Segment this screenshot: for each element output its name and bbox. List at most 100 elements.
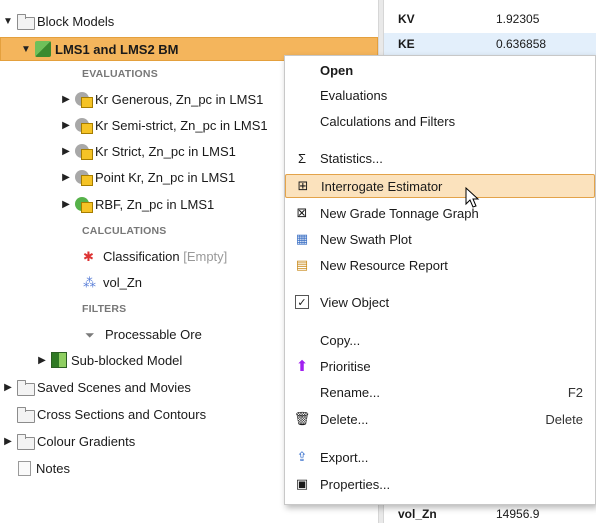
expand-arrow-icon[interactable]: ▶ [36,355,48,366]
trash-icon: 🗑 [293,411,311,426]
tree-item-label: LMS1 and LMS2 BM [55,41,179,57]
tree-item-label: vol_Zn [103,274,143,290]
tree-item-label: Kr Semi-strict, Zn_pc in LMS1 [95,117,268,133]
menu-item-copy[interactable]: Copy... [285,328,595,352]
expand-arrow-icon[interactable]: ▶ [60,120,72,131]
folder-icon [17,434,35,450]
menu-item-label: Rename... [320,384,380,400]
tree-item-label: Saved Scenes and Movies [37,379,191,395]
tree-item-label: Point Kr, Zn_pc in LMS1 [95,169,236,185]
empty-tag: [Empty] [183,248,228,264]
properties-icon: ▣ [295,476,309,491]
menu-item-rename[interactable]: Rename... F2 [285,380,595,404]
tree-item-label: Colour Gradients [37,433,136,449]
tree-item-notes[interactable]: Notes [14,457,70,479]
expand-arrow-icon[interactable]: ▶ [60,94,72,105]
evaluation-icon [75,117,93,134]
menu-item-label: Interrogate Estimator [321,178,443,194]
expand-arrow-icon[interactable]: ▶ [2,436,14,447]
property-value: 14956.9 [496,507,540,521]
tree-item-saved-scenes[interactable]: ▶ Saved Scenes and Movies [2,376,191,398]
expand-arrow-icon[interactable]: ▶ [60,199,72,210]
export-icon: ⇪ [296,449,308,464]
menu-item-prioritise[interactable]: ⬆ Prioritise [285,354,595,378]
tree-item-selected-model[interactable]: ▼ LMS1 and LMS2 BM [20,38,179,60]
evaluation-icon [75,143,93,160]
menu-item-label: New Grade Tonnage Graph [320,205,479,221]
menu-item-evaluations[interactable]: Evaluations [285,83,595,107]
tree-item-label: Notes [36,460,70,476]
evaluation-icon [75,169,93,186]
tree-item-evaluation[interactable]: ▶ Point Kr, Zn_pc in LMS1 [60,166,235,188]
interrogate-icon: ⊞ [297,178,309,193]
expand-arrow-icon[interactable]: ▶ [60,146,72,157]
sub-blocked-model-icon [51,352,67,368]
shortcut-label: F2 [567,384,583,400]
property-row: KV 1.92305 [384,8,596,30]
tree-item-label: Cross Sections and Contours [37,406,207,422]
expand-arrow-icon[interactable]: ▼ [20,44,32,55]
calculation-icon [83,275,99,289]
expand-arrow-icon[interactable]: ▶ [2,382,14,393]
menu-item-label: Calculations and Filters [320,113,456,129]
rbf-evaluation-icon [75,196,93,213]
property-row: KE 0.636858 [384,33,596,55]
tree-item-colour-gradients[interactable]: ▶ Colour Gradients [2,430,135,452]
tree-item-block-models[interactable]: ▼ Block Models [2,10,114,32]
tree-item-label: Block Models [37,13,115,29]
property-value: 1.92305 [496,12,540,26]
property-key: KE [398,37,415,51]
classification-icon [83,249,99,263]
menu-item-delete[interactable]: 🗑 Delete... Delete [285,407,595,431]
menu-item-label: Delete... [320,411,369,427]
mouse-pointer-icon [465,186,480,208]
menu-item-label: Properties... [320,476,391,492]
graph-icon: ⊠ [296,205,308,220]
menu-item-open[interactable]: Open [285,58,595,82]
tree-item-evaluation[interactable]: ▶ Kr Semi-strict, Zn_pc in LMS1 [60,114,268,136]
tree-item-evaluation[interactable]: ▶ Kr Strict, Zn_pc in LMS1 [60,140,236,162]
tree-item-label: Kr Strict, Zn_pc in LMS1 [95,143,236,159]
menu-item-label: Copy... [320,332,361,348]
property-value: 0.636858 [496,37,547,51]
menu-item-label: Prioritise [320,358,371,374]
tree-item-label: RBF, Zn_pc in LMS1 [95,196,215,212]
tree-item-evaluation[interactable]: ▶ Kr Generous, Zn_pc in LMS1 [60,88,263,110]
menu-item-properties[interactable]: ▣ Properties... [285,472,595,496]
tree-item-processable-ore[interactable]: Processable Ore [82,323,202,345]
section-evaluations: EVALUATIONS [82,68,158,80]
tree-item-classification[interactable]: Classification [Empty] [80,245,227,267]
folder-icon [17,14,35,30]
notes-icon [18,460,31,476]
menu-item-calculations[interactable]: Calculations and Filters [285,109,595,133]
section-filters: FILTERS [82,303,127,315]
tree-item-label: Processable Ore [105,326,202,342]
checkbox-checked-icon[interactable]: ✓ [293,293,311,311]
tree-item-sub-blocked[interactable]: ▶ Sub-blocked Model [36,349,182,371]
menu-item-label: New Swath Plot [320,231,412,247]
menu-item-grade-tonnage[interactable]: ⊠ New Grade Tonnage Graph [285,201,595,225]
tree-item-label: Sub-blocked Model [71,352,183,368]
menu-item-statistics[interactable]: Σ Statistics... [285,146,595,170]
statistics-icon: Σ [297,150,307,166]
swath-plot-icon: ▦ [295,231,309,246]
block-model-icon [35,41,51,57]
tree-item-cross-sections[interactable]: Cross Sections and Contours [14,403,206,425]
tree-item-evaluation[interactable]: ▶ RBF, Zn_pc in LMS1 [60,193,214,215]
menu-item-label: Open [320,62,354,78]
menu-item-interrogate-estimator[interactable]: ⊞ Interrogate Estimator [285,174,595,198]
menu-item-label: Export... [320,449,369,465]
menu-item-label: New Resource Report [320,257,448,273]
tree-item-label: Kr Generous, Zn_pc in LMS1 [95,91,264,107]
menu-item-resource-report[interactable]: ▤ New Resource Report [285,253,595,277]
menu-item-export[interactable]: ⇪ Export... [285,445,595,469]
menu-item-view-object[interactable]: ✓ View Object [285,290,595,314]
evaluation-icon [75,91,93,108]
expand-arrow-icon[interactable]: ▶ [60,172,72,183]
filter-icon [85,327,101,341]
menu-item-swath-plot[interactable]: ▦ New Swath Plot [285,227,595,251]
property-key: vol_Zn [398,507,437,521]
tree-item-vol-zn[interactable]: vol_Zn [80,271,142,293]
expand-arrow-icon[interactable]: ▼ [2,16,14,27]
folder-icon [17,380,35,396]
